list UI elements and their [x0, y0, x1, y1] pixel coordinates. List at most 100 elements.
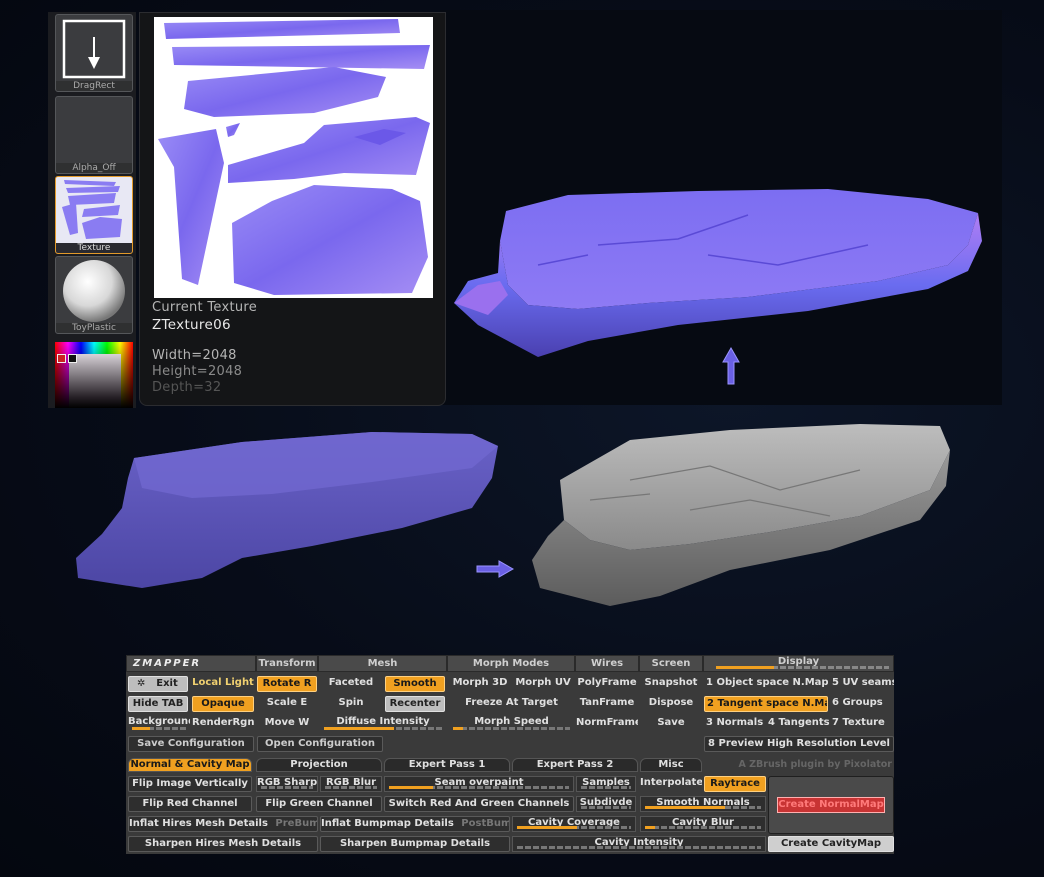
texture-depth: Depth=32 — [152, 380, 222, 395]
tool-palette: DragRect Alpha_Off Texture ToyPlastic — [48, 12, 136, 408]
material-tool[interactable]: ToyPlastic — [55, 256, 133, 334]
texture-tool[interactable]: Texture — [55, 176, 133, 254]
texture-height: Height=2048 — [152, 364, 243, 379]
alpha-label: Alpha_Off — [56, 163, 132, 173]
create-cavitymap-button[interactable]: Create CavityMap — [768, 836, 894, 852]
freeze-at-target-button[interactable]: Freeze At Target — [449, 696, 574, 712]
tab-expert-pass-1[interactable]: Expert Pass 1 — [384, 758, 510, 772]
texture-heading: Current Texture — [152, 300, 258, 315]
dragrect-tool[interactable]: DragRect — [55, 14, 133, 92]
save-configuration-button[interactable]: Save Configuration — [128, 736, 254, 752]
smooth-normals-slider[interactable]: Smooth Normals — [640, 796, 766, 812]
raytrace-button[interactable]: Raytrace — [704, 776, 766, 792]
snapshot-button[interactable]: Snapshot — [640, 676, 702, 692]
preview-high-res-level-button[interactable]: 8 Preview High Resolution Level — [704, 736, 894, 752]
header-display: Display — [703, 655, 894, 672]
inflat-hires-mesh-details-slider[interactable]: Inflat Hires Mesh Details PreBump — [128, 816, 318, 832]
display-slider-fill — [716, 666, 774, 669]
material-sphere-icon — [63, 260, 125, 322]
polyframe-button[interactable]: PolyFrame — [576, 676, 638, 692]
subdivide-slider[interactable]: Subdivde — [576, 796, 636, 812]
exit-button[interactable]: ✲ Exit — [128, 676, 188, 692]
normal-map-uv-islands — [158, 19, 430, 295]
smooth-button[interactable]: Smooth — [385, 676, 445, 692]
faceted-button[interactable]: Faceted — [320, 676, 382, 692]
uv-seams-option[interactable]: 5 UV seams — [830, 676, 894, 692]
zmapper-logo: ZMAPPER — [126, 655, 256, 672]
normframe-button[interactable]: NormFrame — [576, 716, 638, 732]
rotate-button[interactable]: Rotate R — [257, 676, 317, 692]
alpha-tool[interactable]: Alpha_Off — [55, 96, 133, 174]
spin-button[interactable]: Spin — [320, 696, 382, 712]
diffuse-intensity-slider[interactable]: Diffuse Intensity — [320, 716, 446, 732]
texture-info-panel: Current Texture ZTexture06 Width=2048 He… — [139, 12, 446, 406]
tab-projection[interactable]: Projection — [256, 758, 382, 772]
morph-3d-button[interactable]: Morph 3D — [449, 676, 511, 692]
arrow-right-icon — [476, 560, 515, 578]
material-label: ToyPlastic — [56, 323, 132, 333]
texture-preview — [154, 17, 433, 298]
groups-option[interactable]: 6 Groups — [830, 696, 894, 712]
texture-name: ZTexture06 — [152, 317, 231, 333]
morph-speed-slider-track — [453, 727, 570, 730]
background-slider-fill — [132, 727, 150, 730]
scale-button[interactable]: Scale E — [257, 696, 317, 712]
flip-green-channel-button[interactable]: Flip Green Channel — [256, 796, 382, 812]
morph-speed-slider-fill — [453, 727, 463, 730]
tangents-option[interactable]: 4 Tangents — [766, 716, 830, 732]
texture-thumbnail-icon — [62, 180, 122, 239]
cavity-blur-slider[interactable]: Cavity Blur — [640, 816, 766, 832]
arrow-up-icon — [722, 346, 740, 385]
normalmapped-rock-model — [454, 189, 982, 357]
create-normalmap-button[interactable]: Create NormalMap — [777, 797, 885, 813]
interpolate-button[interactable]: Interpolate — [640, 776, 702, 792]
create-normalmap-box: Create NormalMap — [768, 776, 894, 834]
header-transform: Transform — [256, 655, 318, 672]
tab-expert-pass-2[interactable]: Expert Pass 2 — [512, 758, 638, 772]
color-picker[interactable] — [55, 342, 133, 408]
tangent-space-nmap-option[interactable]: 2 Tangent space N.Map — [704, 696, 828, 712]
flip-red-channel-button[interactable]: Flip Red Channel — [128, 796, 252, 812]
rgb-blur-slider[interactable]: RGB Blur — [320, 776, 382, 792]
rgb-sharp-slider[interactable]: RGB Sharp — [256, 776, 318, 792]
hires-rock-model — [532, 424, 950, 606]
tab-normal-cavity-map[interactable]: Normal & Cavity Map — [128, 758, 252, 772]
recenter-button[interactable]: Recenter — [385, 696, 445, 712]
seam-overpaint-slider[interactable]: Seam overpaint — [384, 776, 574, 792]
hide-tab-button[interactable]: Hide TAB — [128, 696, 188, 712]
texture-option[interactable]: 7 Texture — [830, 716, 894, 732]
header-mesh: Mesh — [318, 655, 447, 672]
header-screen: Screen — [639, 655, 703, 672]
zmapper-panel: ZMAPPER Transform Mesh Morph Modes Wires… — [126, 655, 894, 854]
dragrect-icon — [62, 19, 126, 79]
samples-slider[interactable]: Samples — [576, 776, 636, 792]
flip-image-vertically-button[interactable]: Flip Image Vertically — [128, 776, 252, 792]
inflat-bumpmap-details-slider[interactable]: Inflat Bumpmap Details PostBump — [320, 816, 510, 832]
dispose-button[interactable]: Dispose — [640, 696, 702, 712]
texture-width: Width=2048 — [152, 348, 237, 363]
open-configuration-button[interactable]: Open Configuration — [257, 736, 383, 752]
header-morph-modes: Morph Modes — [447, 655, 575, 672]
sharpen-hires-mesh-details-slider[interactable]: Sharpen Hires Mesh Details — [128, 836, 318, 852]
opaque-button[interactable]: Opaque — [192, 696, 254, 712]
object-space-nmap-option[interactable]: 1 Object space N.Map — [704, 676, 828, 692]
primary-color-swatch[interactable] — [57, 354, 66, 363]
tanframe-button[interactable]: TanFrame — [576, 696, 638, 712]
morph-speed-slider[interactable]: Morph Speed — [449, 716, 574, 732]
diffuse-slider-fill — [324, 727, 394, 730]
morph-uv-button[interactable]: Morph UV — [512, 676, 574, 692]
render-rgn-button[interactable]: RenderRgn — [192, 716, 254, 732]
cavity-intensity-slider[interactable]: Cavity Intensity — [512, 836, 766, 852]
cavity-coverage-slider[interactable]: Cavity Coverage — [512, 816, 636, 832]
dragrect-label: DragRect — [56, 81, 132, 91]
tab-misc[interactable]: Misc — [640, 758, 702, 772]
move-button[interactable]: Move W — [257, 716, 317, 732]
local-light-toggle[interactable]: Local Light — [192, 676, 254, 692]
secondary-color-swatch[interactable] — [68, 354, 77, 363]
lowpoly-rock-model — [76, 432, 498, 588]
background-slider[interactable]: Background — [128, 716, 190, 732]
normals-option[interactable]: 3 Normals — [704, 716, 766, 732]
sharpen-bumpmap-details-slider[interactable]: Sharpen Bumpmap Details — [320, 836, 510, 852]
save-button[interactable]: Save — [640, 716, 702, 732]
switch-red-green-button[interactable]: Switch Red And Green Channels — [384, 796, 574, 812]
